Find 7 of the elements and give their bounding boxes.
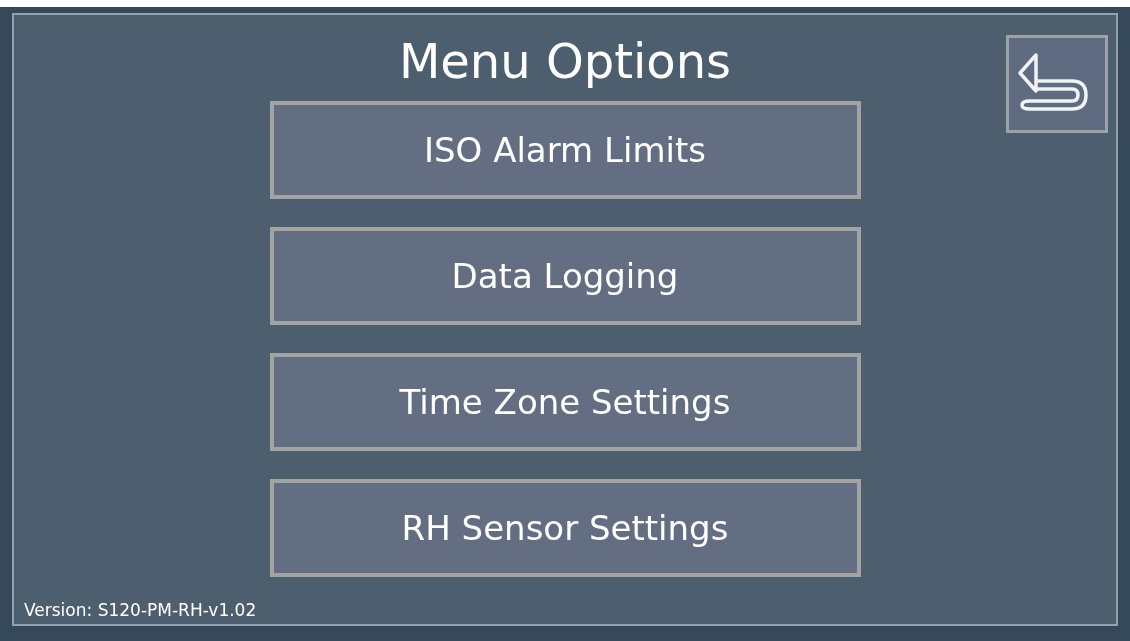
menu-button[interactable]: Data Logging	[269, 226, 861, 325]
menu-button[interactable]: Time Zone Settings	[269, 352, 861, 451]
back-button[interactable]	[1006, 35, 1108, 133]
screen-title: Menu Options	[398, 33, 732, 91]
menu-button[interactable]: RH Sensor Settings	[269, 478, 861, 577]
menu-button[interactable]: ISO Alarm Limits	[269, 100, 861, 199]
version-label: Version: S120-PM-RH-v1.02	[24, 600, 257, 620]
